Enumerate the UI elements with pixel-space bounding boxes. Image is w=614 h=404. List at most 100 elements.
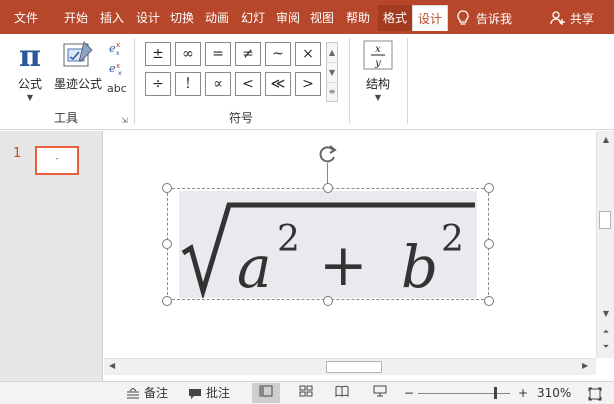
convert-buttons: exx exx abc [106,40,128,104]
symbol-button[interactable]: ! [175,72,201,96]
structures-group: xy 结构 ▼ [351,34,405,130]
symbol-button[interactable]: ~ [265,42,291,66]
share-button[interactable]: 共享 [550,8,594,28]
slide-thumbnail[interactable]: - [35,146,79,175]
professional-format-icon[interactable]: e xx [108,40,126,56]
equation-button[interactable]: π 公式 ▼ [10,39,50,102]
notes-button[interactable]: 备注 [126,385,168,402]
resize-handle-top[interactable] [323,183,333,193]
resize-handle-bottom-right[interactable] [484,296,494,306]
tab-7[interactable]: 审阅 [272,8,304,28]
svg-text:y: y [374,58,381,69]
zoom-in-icon[interactable]: + [518,385,528,402]
symbol-button[interactable]: ≪ [265,72,291,96]
normal-view-icon [259,385,273,397]
zoom-slider-thumb[interactable] [494,387,497,399]
structures-button[interactable]: xy 结构 ▼ [351,40,405,102]
linear-format-icon[interactable]: e xx [108,60,126,76]
next-slide-icon[interactable]: ⏷ [597,342,614,352]
comments-button[interactable]: 批注 [188,385,230,402]
tab-format[interactable]: 格式 [378,5,412,31]
scroll-up-icon[interactable]: ▲ [597,135,614,144]
slide-number: 1 [13,146,22,161]
symbol-button[interactable]: = [205,42,231,66]
person-add-icon [550,11,565,25]
tab-5[interactable]: 动画 [200,8,234,28]
presentation-icon [373,385,387,397]
zoom-out-icon[interactable]: − [404,385,414,402]
resize-handle-top-right[interactable] [484,183,494,193]
svg-text:x: x [375,44,381,55]
normal-view-button[interactable] [252,383,280,403]
slide-canvas[interactable]: a 2 + b 2 [104,131,596,358]
horizontal-scroll-thumb[interactable] [326,361,382,373]
resize-handle-top-left[interactable] [162,183,172,193]
horizontal-scrollbar[interactable]: ◀ ▶ [104,358,596,375]
svg-text:x: x [116,50,120,56]
scroll-left-icon[interactable]: ◀ [109,361,115,370]
zoom-level[interactable]: 310% [537,385,571,402]
tell-me-label: 告诉我 [476,11,513,26]
ribbon-tab-bar: 文件 开始 插入 设计 切换 动画 幻灯 审阅 视图 帮助 格式 设计 告诉我 共享 [0,0,614,34]
symbol-button[interactable]: ÷ [145,72,171,96]
tab-9[interactable]: 帮助 [340,8,376,28]
resize-handle-right[interactable] [484,239,494,249]
symbol-button[interactable]: < [235,72,261,96]
symbol-gallery-scroll[interactable]: ▲ ▼ ≡ [326,42,338,102]
tell-me-box[interactable]: 告诉我 [456,8,512,28]
symbol-button[interactable]: > [295,72,321,96]
equation-base-a: a [237,233,272,298]
svg-text:x: x [118,70,122,76]
tab-4[interactable]: 切换 [166,8,198,28]
chevron-down-icon: ▼ [26,93,34,102]
ribbon: π 公式 ▼ 墨迹公式 exx exx abc 工具 ⇲ 符号 ± ∞ = ≠ ~ × ÷!… [0,34,614,130]
symbols-group-label: 符号 [228,111,253,125]
scroll-down-icon[interactable]: ▼ [597,309,614,318]
tab-0[interactable]: 文件 [8,8,44,28]
tab-2[interactable]: 插入 [96,8,128,28]
dialog-launcher-icon[interactable]: ⇲ [121,116,128,125]
tab-1[interactable]: 开始 [60,8,92,28]
reading-view-button[interactable] [328,383,356,403]
vertical-scrollbar[interactable]: ▲ ▼ ⏶ ⏷ [596,131,614,358]
comment-icon [189,388,201,399]
ink-equation-button[interactable]: 墨迹公式 [52,40,104,92]
svg-text:x: x [116,62,120,70]
thumbnail-content: - [55,154,59,164]
resize-handle-left[interactable] [162,239,172,249]
chevron-down-icon[interactable]: ▼ [327,63,337,83]
tab-3[interactable]: 设计 [132,8,164,28]
status-bar: 备注 批注 − + 310% [0,381,614,404]
equation-exponent-b: 2 [441,219,464,260]
svg-text:x: x [116,41,120,49]
svg-text:e: e [109,42,116,55]
normal-text-button[interactable]: abc [107,82,127,95]
previous-slide-icon[interactable]: ⏶ [597,327,614,337]
tab-8[interactable]: 视图 [306,8,338,28]
notes-icon [127,387,139,398]
slideshow-button[interactable] [366,383,394,403]
resize-handle-bottom-left[interactable] [162,296,172,306]
symbol-button[interactable]: ∞ [175,42,201,66]
resize-handle-bottom[interactable] [323,296,333,306]
equation-exponent-a: 2 [277,219,300,260]
rotate-handle-icon[interactable] [318,144,338,164]
slide-sorter-button[interactable] [292,383,320,403]
equation-plus-operator: + [319,231,368,298]
equation[interactable]: a 2 + b 2 [179,191,477,298]
scroll-right-icon[interactable]: ▶ [582,361,588,370]
chevron-down-icon: ▼ [374,93,382,102]
symbol-button[interactable]: ∝ [205,72,231,96]
fraction-icon: xy [363,40,393,70]
chevron-up-icon[interactable]: ▲ [327,43,337,63]
fit-window-icon [588,387,602,400]
tab-equation-design[interactable]: 设计 [412,5,448,31]
tab-6[interactable]: 幻灯 [236,8,270,28]
vertical-scroll-thumb[interactable] [599,211,611,229]
symbol-button[interactable]: × [295,42,321,66]
symbol-button[interactable]: ± [145,42,171,66]
fit-to-window-button[interactable] [588,385,602,402]
tools-group: π 公式 ▼ 墨迹公式 exx exx abc 工具 ⇲ [0,34,132,130]
symbol-button[interactable]: ≠ [235,42,261,66]
more-icon[interactable]: ≡ [327,83,337,101]
